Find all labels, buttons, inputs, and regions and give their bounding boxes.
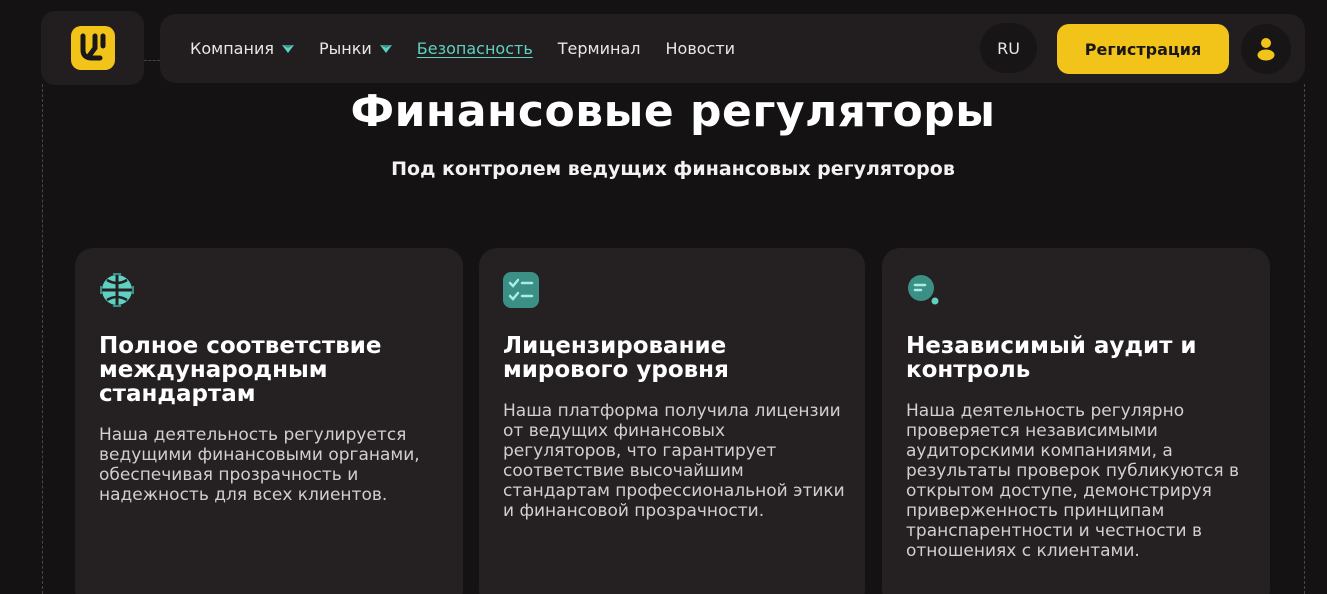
language-switcher[interactable]: RU	[980, 23, 1037, 73]
feature-card-audit: Независимый аудит и контроль Наша деятел…	[882, 248, 1270, 594]
page-subtitle: Под контролем ведущих финансовых регулят…	[391, 158, 955, 180]
nav-links: Компания Рынки Безопасность Терминал Нов…	[190, 14, 735, 83]
user-icon	[1257, 38, 1275, 61]
card-text: Наша деятельность регулярно проверяется …	[906, 401, 1240, 561]
card-title: Независимый аудит и контроль	[906, 333, 1197, 383]
checklist-icon	[503, 272, 539, 308]
nav-item-label: Компания	[190, 39, 274, 58]
chevron-down-icon	[281, 44, 294, 53]
nav-item-company[interactable]: Компания	[190, 39, 294, 58]
nav-item-label: Терминал	[557, 39, 641, 58]
nav-item-markets[interactable]: Рынки	[319, 39, 392, 58]
nav-item-security[interactable]: Безопасность	[417, 39, 533, 58]
globe-icon	[100, 273, 134, 307]
nav-item-terminal[interactable]: Терминал	[558, 39, 641, 58]
page-title: Финансовые регуляторы	[350, 86, 996, 137]
user-account-button[interactable]	[1241, 24, 1291, 74]
nav-item-label: Новости	[665, 39, 736, 58]
nav-item-news[interactable]: Новости	[666, 39, 736, 58]
frame-dashed-line-top	[144, 60, 160, 61]
register-button[interactable]: Регистрация	[1057, 24, 1229, 74]
chat-icon	[908, 275, 939, 305]
nav-item-label: Рынки	[318, 39, 372, 58]
language-label: RU	[997, 38, 1020, 58]
logo-link[interactable]	[41, 11, 144, 85]
logo-icon	[70, 26, 115, 70]
chevron-down-icon	[379, 44, 392, 53]
card-text: Наша деятельность регулируется ведущими …	[99, 425, 420, 505]
feature-card-compliance: Полное соответствие международным станда…	[75, 248, 463, 594]
card-text: Наша платформа получила лицензии от веду…	[503, 401, 845, 521]
top-navbar: Компания Рынки Безопасность Терминал Нов…	[160, 14, 1305, 83]
register-button-label: Регистрация	[1084, 39, 1202, 59]
feature-card-licensing: Лицензирование мирового уровня Наша плат…	[479, 248, 865, 594]
card-title: Полное соответствие международным станда…	[99, 333, 382, 407]
card-title: Лицензирование мирового уровня	[503, 333, 729, 383]
nav-item-label: Безопасность	[416, 39, 533, 58]
